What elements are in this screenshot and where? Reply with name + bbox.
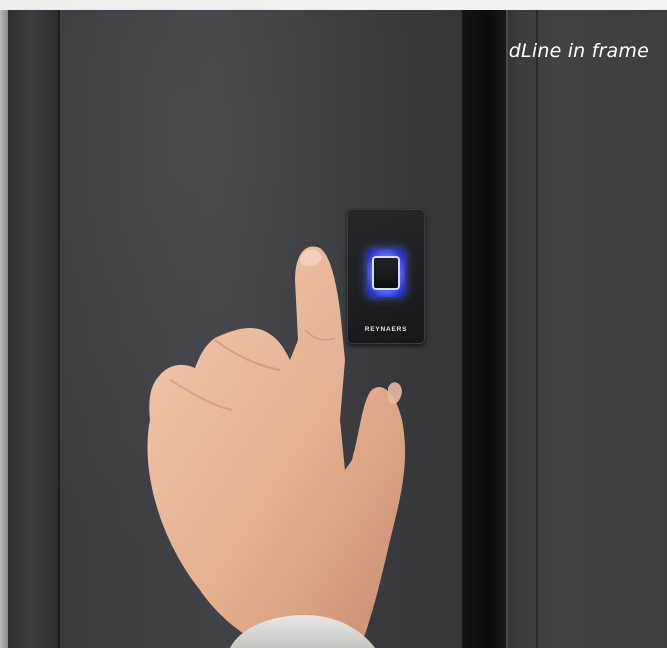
thumb-nail — [388, 382, 402, 405]
hand-palm — [147, 246, 406, 648]
hand-illustration — [147, 246, 406, 648]
photo-scene: dLine in frame REYNAERS — [0, 0, 667, 648]
